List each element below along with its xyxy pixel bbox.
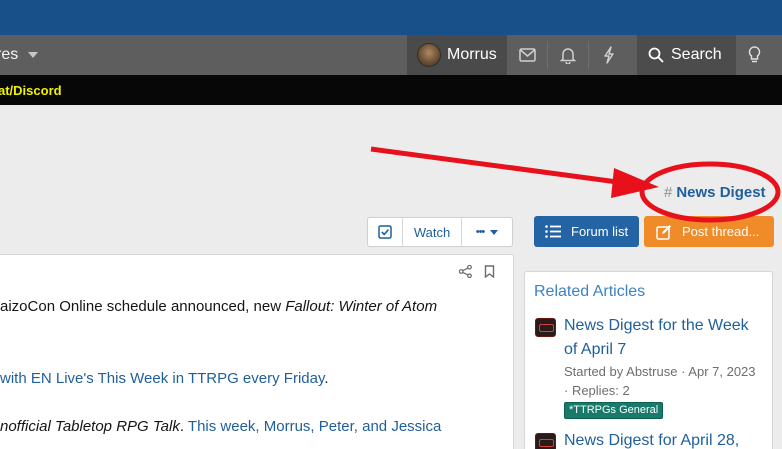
mail-icon <box>518 48 536 62</box>
main-navbar: res Morrus Search <box>0 35 782 75</box>
chevron-down-icon[interactable] <box>490 229 499 235</box>
post-text-line: with EN Live's This Week in TTRPG every … <box>0 369 329 389</box>
forum-list-button[interactable]: Forum list <box>534 216 639 247</box>
post-thread-label[interactable]: Post thread... <box>682 224 759 239</box>
article-title-link[interactable]: News Digest for April 28, <box>564 429 739 449</box>
post-text: . <box>179 418 188 435</box>
hash-icon: # <box>664 184 673 201</box>
style-chooser-button[interactable] <box>736 35 772 75</box>
avatar[interactable] <box>417 43 441 67</box>
share-icon[interactable] <box>459 265 472 278</box>
lightbulb-icon <box>748 46 760 63</box>
post-link[interactable]: This week, Morrus, Peter, and Jessica <box>188 418 441 435</box>
post-link[interactable]: with EN Live's This Week in TTRPG every … <box>0 370 324 387</box>
edit-icon <box>656 224 671 240</box>
user-account-menu[interactable]: Morrus <box>407 35 507 75</box>
thread-tag[interactable]: # News Digest <box>664 184 766 201</box>
site-header-bar <box>0 0 782 35</box>
toggle-select-button[interactable] <box>368 218 403 246</box>
bookmark-icon[interactable] <box>484 265 495 278</box>
red-arrow-annotation <box>370 146 641 188</box>
more-options-button[interactable]: ••• <box>462 218 512 246</box>
forum-list-label[interactable]: Forum list <box>571 224 628 239</box>
post-text-line: aizoCon Online schedule announced, new F… <box>0 297 437 317</box>
tag-label[interactable]: News Digest <box>676 184 765 201</box>
article-meta: · Replies: 2 <box>564 383 630 398</box>
notice-bar: at/Discord <box>0 75 782 105</box>
chevron-down-icon[interactable] <box>28 52 39 58</box>
article-thumbnail[interactable] <box>535 318 556 337</box>
search-label[interactable]: Search <box>671 46 722 64</box>
inbox-button[interactable] <box>507 35 547 75</box>
post-text-italic: Fallout: Winter of Atom <box>285 298 438 315</box>
thread-action-group: Watch ••• <box>367 217 513 247</box>
nav-menu-label[interactable]: res <box>0 46 18 64</box>
related-articles-title: Related Articles <box>534 283 646 300</box>
post-text: aizoCon Online schedule announced, new <box>0 298 286 315</box>
post-text: . <box>324 370 329 387</box>
article-title-link[interactable]: News Digest for the Week <box>564 314 749 338</box>
article-meta: Started by Abstruse · Apr 7, 2023 <box>564 364 756 379</box>
alerts-button[interactable] <box>548 35 588 75</box>
bell-icon <box>560 47 576 64</box>
search-button[interactable]: Search <box>637 35 736 75</box>
post-thread-button[interactable]: Post thread... <box>644 216 774 247</box>
checkbox-icon <box>378 225 392 239</box>
more-dots-label[interactable]: ••• <box>476 226 486 238</box>
red-arrowhead-annotation <box>611 168 659 198</box>
whats-new-button[interactable] <box>589 35 629 75</box>
post-tools <box>459 265 495 278</box>
lightning-icon <box>604 46 614 64</box>
nav-menu-partial[interactable]: res <box>0 35 39 75</box>
article-thumbnail[interactable] <box>535 433 556 449</box>
post-text-line: nofficial Tabletop RPG Talk. This week, … <box>0 417 441 437</box>
notice-link[interactable]: at/Discord <box>0 83 62 98</box>
prefix-badge[interactable]: *TTRPGs General <box>564 402 664 419</box>
search-icon <box>648 47 664 63</box>
list-icon <box>545 225 561 238</box>
post-text-italic: nofficial Tabletop RPG Talk <box>0 418 180 435</box>
user-name[interactable]: Morrus <box>447 46 497 64</box>
article-title-link[interactable]: of April 7 <box>564 338 626 362</box>
watch-button[interactable]: Watch <box>403 218 462 246</box>
